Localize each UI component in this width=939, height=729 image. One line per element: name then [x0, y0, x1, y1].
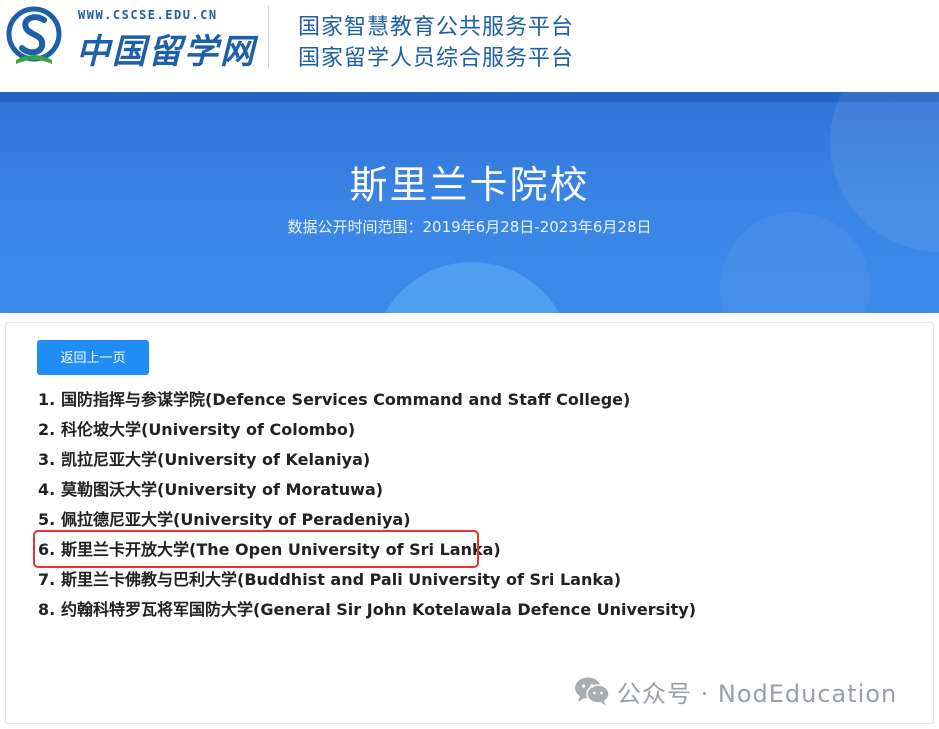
item-number: 2. — [38, 420, 56, 439]
back-button[interactable]: 返回上一页 — [37, 340, 149, 375]
university-item[interactable]: 1. 国防指挥与参谋学院(Defence Services Command and… — [38, 385, 696, 415]
university-item[interactable]: 3. 凯拉尼亚大学(University of Kelaniya) — [38, 445, 696, 475]
banner-decoration — [372, 262, 572, 313]
university-item[interactable]: 2. 科伦坡大学(University of Colombo) — [38, 415, 696, 445]
university-name: 约翰科特罗瓦将军国防大学(General Sir John Kotelawala… — [61, 600, 697, 619]
page-title: 斯里兰卡院校 — [349, 163, 590, 207]
watermark-text: 公众号 · NodEducation — [617, 679, 898, 708]
university-list: 1. 国防指挥与参谋学院(Defence Services Command and… — [38, 385, 696, 625]
item-number: 4. — [38, 480, 56, 499]
site-header: WWW.CSCSE.EDU.CN 中国留学网 国家智慧教育公共服务平台 国家留学… — [0, 0, 939, 90]
logo-text[interactable]: 中国留学网 — [76, 24, 256, 73]
item-number: 7. — [38, 570, 56, 589]
logo-url: WWW.CSCSE.EDU.CN — [78, 8, 218, 22]
page-banner: 斯里兰卡院校 数据公开时间范围：2019年6月28日-2023年6月28日 — [0, 92, 939, 313]
university-name: 凯拉尼亚大学(University of Kelaniya) — [61, 450, 371, 469]
highlight-annotation — [33, 530, 479, 568]
university-list-panel: 返回上一页 1. 国防指挥与参谋学院(Defence Services Comma… — [5, 322, 934, 724]
university-item[interactable]: 8. 约翰科特罗瓦将军国防大学(General Sir John Kotelawa… — [38, 595, 696, 625]
wechat-icon — [575, 677, 610, 706]
university-name: 佩拉德尼亚大学(University of Peradeniya) — [61, 510, 411, 529]
banner-stripe — [0, 92, 939, 102]
wechat-watermark: 公众号 · NodEducation — [573, 674, 897, 708]
item-number: 8. — [38, 600, 56, 619]
header-divider — [268, 6, 269, 68]
item-number: 3. — [38, 450, 56, 469]
university-name: 国防指挥与参谋学院(Defence Services Command and S… — [61, 390, 631, 409]
university-name: 莫勒图沃大学(University of Moratuwa) — [61, 480, 384, 499]
university-item[interactable]: 4. 莫勒图沃大学(University of Moratuwa) — [38, 475, 696, 505]
date-range-subtitle: 数据公开时间范围：2019年6月28日-2023年6月28日 — [287, 218, 652, 236]
platform-name-2: 国家留学人员综合服务平台 — [298, 46, 575, 71]
university-name: 斯里兰卡佛教与巴利大学(Buddhist and Pali University… — [61, 570, 622, 589]
platform-name-1: 国家智慧教育公共服务平台 — [298, 15, 575, 40]
cscse-logo-icon[interactable] — [6, 6, 62, 68]
university-item[interactable]: 7. 斯里兰卡佛教与巴利大学(Buddhist and Pali Universi… — [38, 565, 696, 595]
item-number: 1. — [38, 390, 56, 409]
university-name: 科伦坡大学(University of Colombo) — [61, 420, 356, 439]
